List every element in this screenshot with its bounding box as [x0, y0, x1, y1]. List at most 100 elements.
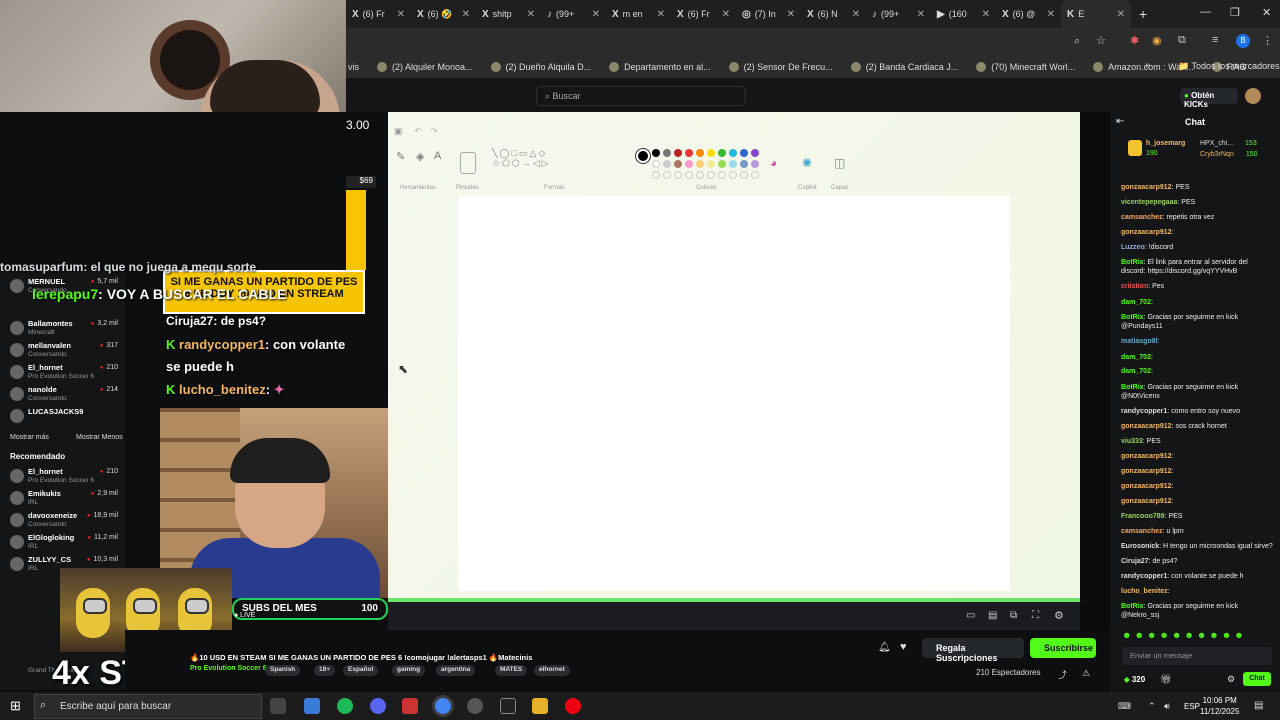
media-icon[interactable]: ≡	[1212, 34, 1218, 46]
color-swatch[interactable]	[674, 149, 682, 157]
extension-icon[interactable]: ✱	[1130, 34, 1139, 47]
steam-icon[interactable]	[467, 698, 483, 714]
channel-points[interactable]: ⬥ 320	[1124, 675, 1145, 685]
bookmarks-overflow-icon[interactable]: »	[1145, 60, 1151, 71]
close-icon[interactable]: ✕	[527, 9, 535, 20]
bookmark-item[interactable]: (2) Banda Cardiaca J...	[850, 62, 958, 72]
color-swatch[interactable]	[740, 160, 748, 168]
browser-tab[interactable]: Xshitp ✕	[476, 0, 541, 28]
gift-icon[interactable]: 🎁︎	[1160, 674, 1171, 685]
sidebar-channel[interactable]: ElGloglokingIRL11,2 mil	[8, 532, 122, 554]
bookmark-star-icon[interactable]: ☆	[1096, 34, 1106, 47]
minimize-button[interactable]: —	[1200, 6, 1211, 18]
color-swatch[interactable]	[707, 149, 715, 157]
share-icon[interactable]: ⤴	[1058, 668, 1067, 681]
color-swatch[interactable]	[729, 149, 737, 157]
discord-icon[interactable]	[370, 698, 386, 714]
color-swatch[interactable]	[707, 160, 715, 168]
get-kicks-button[interactable]: ● Obtén KICKs	[1180, 88, 1238, 109]
brush-icon[interactable]	[460, 152, 476, 174]
show-more-link[interactable]: Mostrar más	[10, 434, 49, 441]
settings-icon[interactable]: ⚙	[1054, 609, 1064, 622]
sidebar-channel[interactable]: MERNUELConversando5,7 mil	[8, 276, 122, 298]
empty-color-swatch[interactable]	[652, 171, 660, 179]
browser-tab[interactable]: K E ✕	[1061, 0, 1131, 28]
color-swatch[interactable]	[751, 149, 759, 157]
undo-icon[interactable]: ↶	[414, 126, 422, 137]
bookmark-item[interactable]: (70) Minecraft Worl...	[976, 62, 1075, 72]
obs-icon[interactable]	[500, 698, 516, 714]
all-bookmarks[interactable]: 📁 Todos los marcadores	[1178, 61, 1280, 72]
new-tab-button[interactable]: +	[1139, 6, 1147, 22]
color-swatch[interactable]	[674, 160, 682, 168]
emote-bar[interactable]: ☻☻☻☻☻☻☻☻☻☻	[1122, 630, 1247, 640]
redo-icon[interactable]: ↷	[430, 126, 438, 137]
color-swatch[interactable]	[685, 149, 693, 157]
stream-tag[interactable]: argentina	[436, 665, 476, 676]
bell-icon[interactable]: 🔔︎	[878, 642, 891, 653]
bookmark-item[interactable]: (2) Dueño Alquila D...	[490, 62, 591, 72]
tray-chevron-icon[interactable]: ⌃	[1148, 701, 1156, 712]
close-icon[interactable]: ✕	[1047, 9, 1055, 20]
browser-tab[interactable]: X (6) Fr ✕	[671, 0, 736, 28]
color-swatch[interactable]	[696, 149, 704, 157]
shapes-icon[interactable]: ╲◯□▭△◇ ☆⬠⬡→◁▷	[492, 148, 551, 168]
report-icon[interactable]: ⚠	[1082, 668, 1090, 679]
browser-tab[interactable]: X (6) Fr ✕	[346, 0, 411, 28]
extension-icon[interactable]: ◉	[1152, 34, 1162, 47]
empty-color-swatch[interactable]	[751, 171, 759, 179]
empty-color-swatch[interactable]	[707, 171, 715, 179]
color-swatch[interactable]	[685, 160, 693, 168]
clip-icon[interactable]: ▤	[988, 610, 997, 621]
copilot-app-icon[interactable]	[304, 698, 320, 714]
fullscreen-icon[interactable]: ⛶	[1032, 610, 1039, 621]
close-icon[interactable]: ✕	[1117, 9, 1125, 20]
fill-icon[interactable]: ◈	[416, 150, 424, 163]
close-window-button[interactable]: ✕	[1262, 6, 1271, 19]
heart-icon[interactable]: ♥	[900, 641, 907, 653]
close-icon[interactable]: ✕	[722, 9, 730, 20]
search-input[interactable]: ⌕ Buscar	[536, 86, 746, 106]
color-swatch[interactable]	[652, 149, 660, 157]
browser-tab[interactable]: ♪ (99+ ✕	[541, 0, 606, 28]
task-view-icon[interactable]	[270, 698, 286, 714]
taskbar-search[interactable]: Escribe aquí para buscar	[34, 694, 262, 719]
bookmark-item[interactable]: Departamento en al...	[609, 62, 711, 72]
windows-start-icon[interactable]: ⊞	[10, 698, 21, 714]
browser-tab[interactable]: X (6) N ✕	[801, 0, 866, 28]
opera-icon[interactable]	[565, 698, 581, 714]
close-icon[interactable]: ✕	[657, 9, 665, 20]
browser-tab[interactable]: ▶ (160 ✕	[931, 0, 996, 28]
pencil-icon[interactable]: ✎	[396, 150, 405, 163]
layers-icon[interactable]: ◫	[834, 156, 845, 170]
sidebar-channel[interactable]: LUCASJACKS9	[8, 406, 122, 428]
stream-tag[interactable]: gaming	[392, 665, 426, 676]
color-swatch[interactable]	[663, 160, 671, 168]
close-icon[interactable]: ✕	[592, 9, 600, 20]
menu-icon[interactable]: ⋮	[1262, 34, 1273, 47]
empty-color-swatch[interactable]	[663, 171, 671, 179]
clock[interactable]: 10:06 PM 11/12/2025	[1200, 695, 1239, 717]
sidebar-channel[interactable]: davooxeneizeConversando18,9 mil	[8, 510, 122, 532]
copilot-icon[interactable]: ✺	[802, 156, 812, 170]
empty-color-swatch[interactable]	[729, 171, 737, 179]
empty-color-swatch[interactable]	[674, 171, 682, 179]
close-icon[interactable]: ✕	[397, 9, 405, 20]
stream-tag[interactable]: Español	[343, 665, 379, 676]
sidebar-channel[interactable]: ZULLYY_CSIRL10,3 mil	[8, 554, 122, 576]
sidebar-channel[interactable]: EmikukisIRL2,9 mil	[8, 488, 122, 510]
extensions-icon[interactable]: ⧉	[1178, 34, 1186, 47]
gift-subs-button[interactable]: Regala Suscripciones	[922, 638, 1024, 663]
profile-icon[interactable]: B	[1236, 34, 1250, 48]
color-swatch[interactable]	[718, 160, 726, 168]
close-icon[interactable]: ✕	[917, 9, 925, 20]
current-color-swatch[interactable]	[636, 149, 650, 163]
browser-tab[interactable]: Xm en ✕	[606, 0, 671, 28]
pip-icon[interactable]: ⧉	[1010, 610, 1017, 621]
avatar[interactable]	[1245, 88, 1261, 104]
language-indicator[interactable]: ESP	[1184, 702, 1200, 711]
stream-tag[interactable]: 18+	[314, 665, 336, 676]
color-swatch[interactable]	[718, 149, 726, 157]
zoom-icon[interactable]: ⌕	[1074, 35, 1080, 48]
sidebar-channel[interactable]: mellanvalenConversando317	[8, 340, 122, 362]
